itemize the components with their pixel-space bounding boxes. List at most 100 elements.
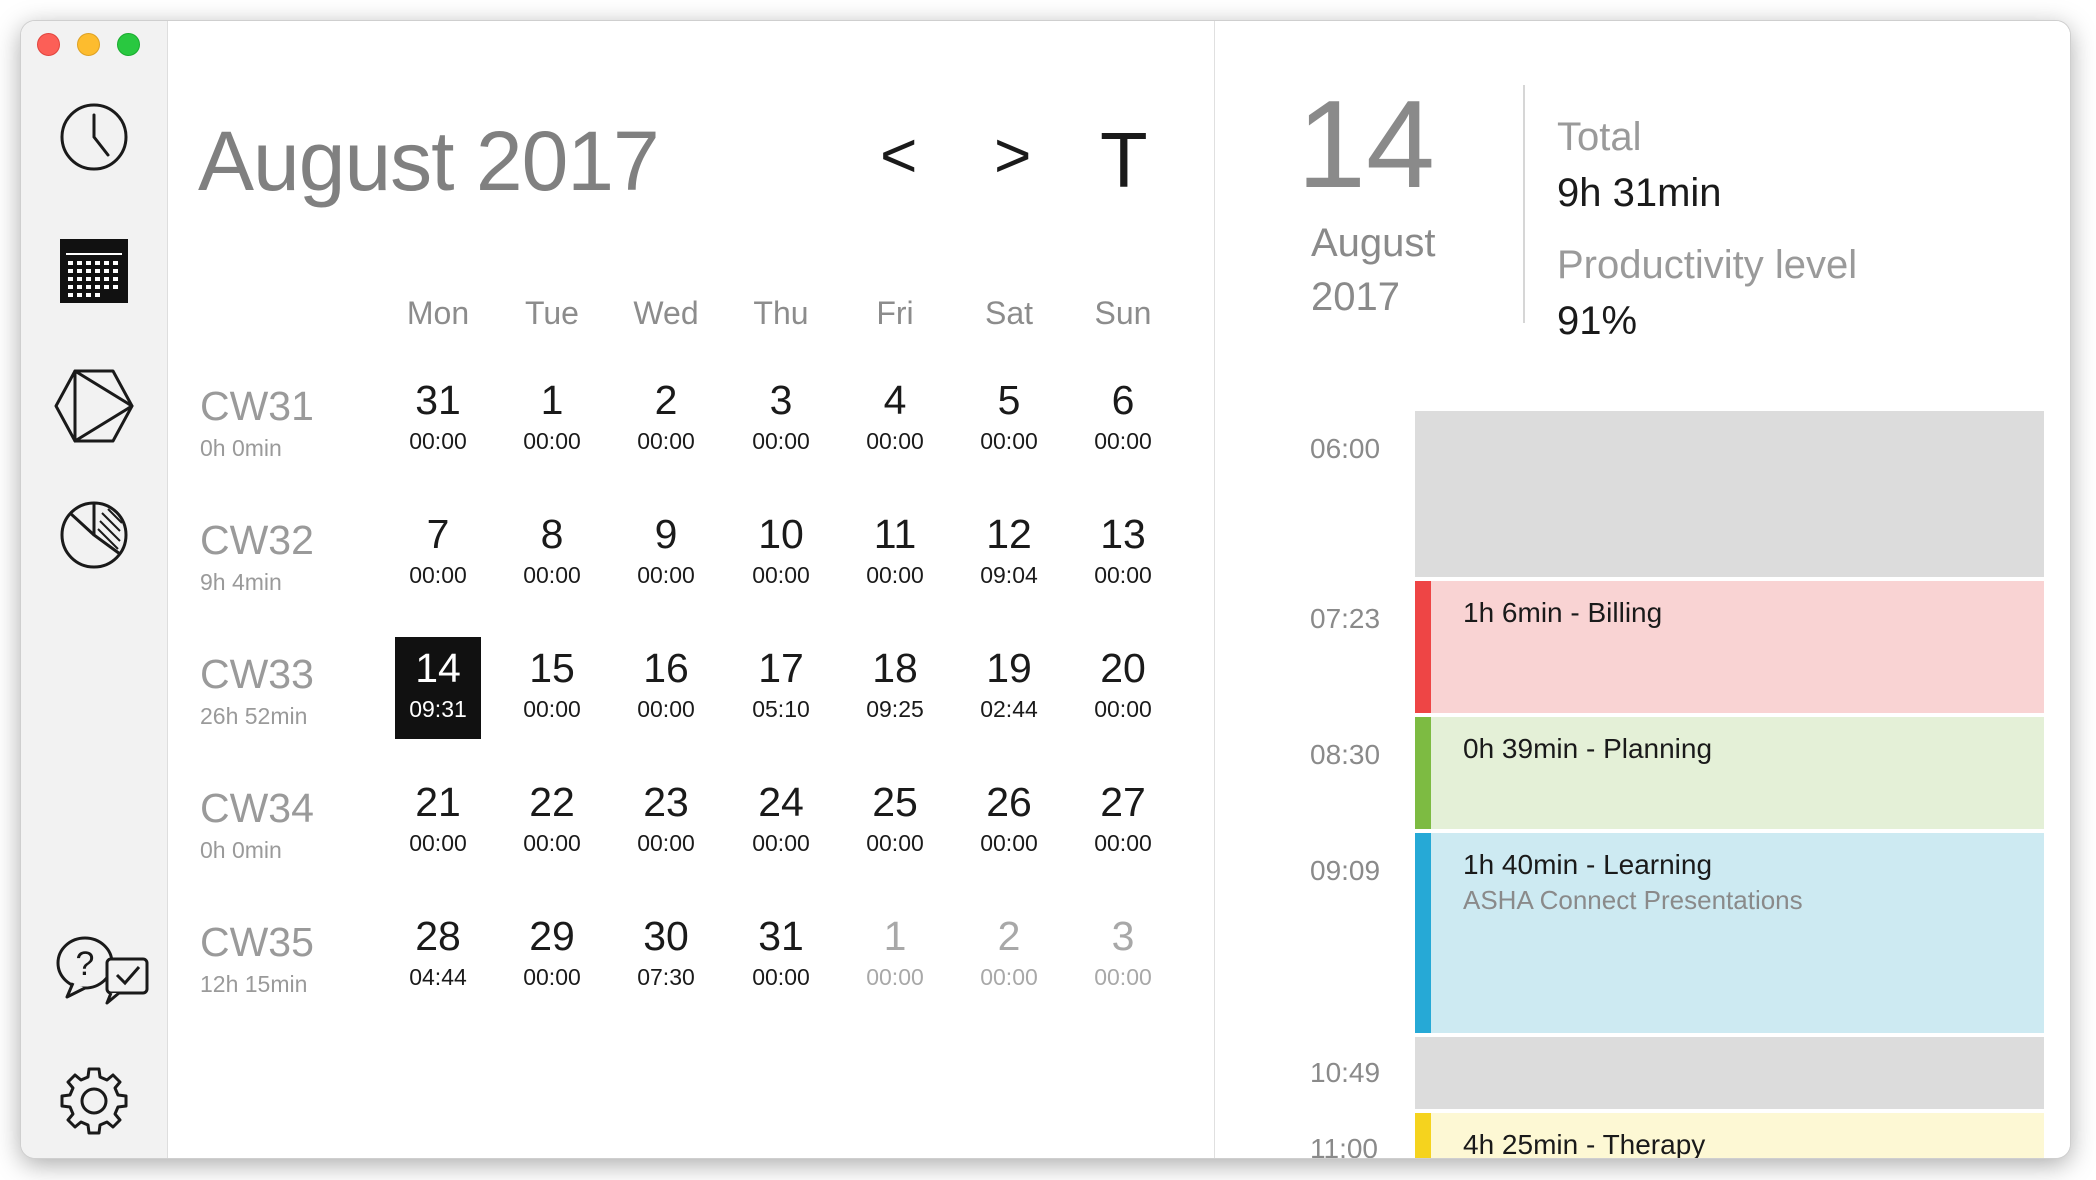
day-number: 21: [415, 779, 461, 825]
day-tracked-time: 00:00: [523, 830, 581, 856]
day-cell[interactable]: 11 00:00: [852, 503, 938, 605]
timeline-activity-block[interactable]: 1h 6min - Billing: [1415, 581, 2044, 713]
day-cell[interactable]: 29 00:00: [509, 905, 595, 1007]
prev-month-button[interactable]: <: [880, 123, 917, 187]
play-hexagon-icon[interactable]: [53, 365, 135, 447]
day-number: 8: [540, 511, 564, 557]
day-cell[interactable]: 3 00:00: [738, 369, 824, 471]
weekday-label: Thu: [753, 295, 809, 331]
day-cell[interactable]: 9 00:00: [623, 503, 709, 605]
day-tracked-time: 00:00: [752, 830, 810, 856]
day-number: 6: [1111, 377, 1135, 423]
day-cell[interactable]: 6 00:00: [1080, 369, 1166, 471]
day-tracked-time: 00:00: [637, 562, 695, 588]
day-cell[interactable]: 26 00:00: [966, 771, 1052, 873]
category-color-stripe: [1415, 581, 1431, 713]
day-tracked-time: 09:31: [409, 696, 467, 722]
category-color-stripe: [1415, 717, 1431, 829]
day-cell-selected[interactable]: 14 09:31: [395, 637, 481, 739]
day-cell[interactable]: 24 00:00: [738, 771, 824, 873]
next-month-button[interactable]: >: [994, 123, 1031, 187]
help-feedback-icon[interactable]: ?: [55, 933, 151, 1005]
day-cell[interactable]: 16 00:00: [623, 637, 709, 739]
day-cell[interactable]: 2 00:00: [623, 369, 709, 471]
day-tracked-time: 02:44: [980, 696, 1038, 722]
day-tracked-time: 00:00: [409, 830, 467, 856]
timeline-time-label: 07:23: [1310, 603, 1381, 634]
gear-icon[interactable]: [58, 1065, 130, 1137]
day-cell[interactable]: 4 00:00: [852, 369, 938, 471]
day-number: 28: [415, 913, 461, 959]
day-tracked-time: 00:00: [980, 830, 1038, 856]
clock-icon[interactable]: [58, 101, 130, 173]
timeline-activity-block[interactable]: 4h 25min - TherapyPinterest Graphics wit…: [1415, 1113, 2044, 1158]
timeline-idle-block[interactable]: [1415, 1037, 2044, 1109]
day-number: 18: [872, 645, 918, 691]
day-cell[interactable]: 2 00:00: [966, 905, 1052, 1007]
day-tracked-time: 00:00: [523, 964, 581, 990]
day-tracked-time: 00:00: [866, 562, 924, 588]
day-cell[interactable]: 12 09:04: [966, 503, 1052, 605]
day-tracked-time: 09:04: [980, 562, 1038, 588]
day-cell[interactable]: 15 00:00: [509, 637, 595, 739]
day-cell[interactable]: 22 00:00: [509, 771, 595, 873]
day-number: 11: [873, 511, 917, 557]
timeline-time-label: 06:00: [1310, 433, 1381, 464]
day-tracked-time: 00:00: [980, 428, 1038, 454]
zoom-window-button[interactable]: [117, 33, 140, 56]
summary-divider: [1523, 85, 1525, 323]
minimize-window-button[interactable]: [77, 33, 100, 56]
day-cell[interactable]: 31 00:00: [395, 369, 481, 471]
day-tracked-time: 00:00: [523, 562, 581, 588]
selected-year: 2017: [1311, 275, 1400, 319]
day-tracked-time: 00:00: [637, 428, 695, 454]
today-button[interactable]: T: [1100, 121, 1148, 199]
weekday-label: Wed: [633, 295, 699, 331]
productivity-label: Productivity level: [1557, 243, 1858, 287]
day-cell[interactable]: 1 00:00: [509, 369, 595, 471]
activity-title: 0h 39min - Planning: [1463, 733, 1713, 764]
day-cell[interactable]: 5 00:00: [966, 369, 1052, 471]
day-cell[interactable]: 27 00:00: [1080, 771, 1166, 873]
day-cell[interactable]: 3 00:00: [1080, 905, 1166, 1007]
day-cell[interactable]: 19 02:44: [966, 637, 1052, 739]
pie-chart-icon[interactable]: [58, 499, 130, 571]
svg-text:?: ?: [76, 945, 95, 983]
productivity-value: 91%: [1557, 299, 1638, 343]
week-total: 0h 0min: [200, 435, 282, 461]
day-cell[interactable]: 30 07:30: [623, 905, 709, 1007]
day-number: 30: [643, 913, 689, 959]
week-number: CW35: [200, 919, 314, 965]
day-number: 2: [997, 913, 1021, 959]
day-cell[interactable]: 23 00:00: [623, 771, 709, 873]
timeline-time-label: 10:49: [1310, 1057, 1381, 1088]
day-cell[interactable]: 28 04:44: [395, 905, 481, 1007]
day-number: 22: [529, 779, 575, 825]
timeline-activity-block[interactable]: 1h 40min - Learning ASHA Connect Presenta…: [1415, 833, 2044, 1033]
day-tracked-time: 00:00: [1094, 964, 1152, 990]
day-number: 7: [426, 511, 450, 557]
day-number: 15: [529, 645, 575, 691]
day-number: 16: [643, 645, 689, 691]
timeline-time-label: 08:30: [1310, 739, 1381, 770]
selected-month: August: [1311, 221, 1436, 265]
day-cell[interactable]: 7 00:00: [395, 503, 481, 605]
day-cell[interactable]: 1 00:00: [852, 905, 938, 1007]
day-cell[interactable]: 13 00:00: [1080, 503, 1166, 605]
day-cell[interactable]: 25 00:00: [852, 771, 938, 873]
day-cell[interactable]: 21 00:00: [395, 771, 481, 873]
calendar-icon[interactable]: [58, 235, 130, 307]
activity-title: 1h 6min - Billing: [1463, 597, 1663, 628]
close-window-button[interactable]: [37, 33, 60, 56]
day-cell[interactable]: 31 00:00: [738, 905, 824, 1007]
calendar-pane: August 2017 < > T Mon Tue Wed Thu Fri Sat Sun …: [168, 21, 1215, 1158]
day-cell[interactable]: 20 00:00: [1080, 637, 1166, 739]
timeline-activity-block[interactable]: 0h 39min - Planning: [1415, 717, 2044, 829]
day-cell[interactable]: 18 09:25: [852, 637, 938, 739]
day-cell[interactable]: 8 00:00: [509, 503, 595, 605]
day-number: 9: [654, 511, 678, 557]
day-cell[interactable]: 17 05:10: [738, 637, 824, 739]
day-number: 1: [540, 377, 564, 423]
timeline-idle-block[interactable]: [1415, 411, 2044, 577]
day-cell[interactable]: 10 00:00: [738, 503, 824, 605]
